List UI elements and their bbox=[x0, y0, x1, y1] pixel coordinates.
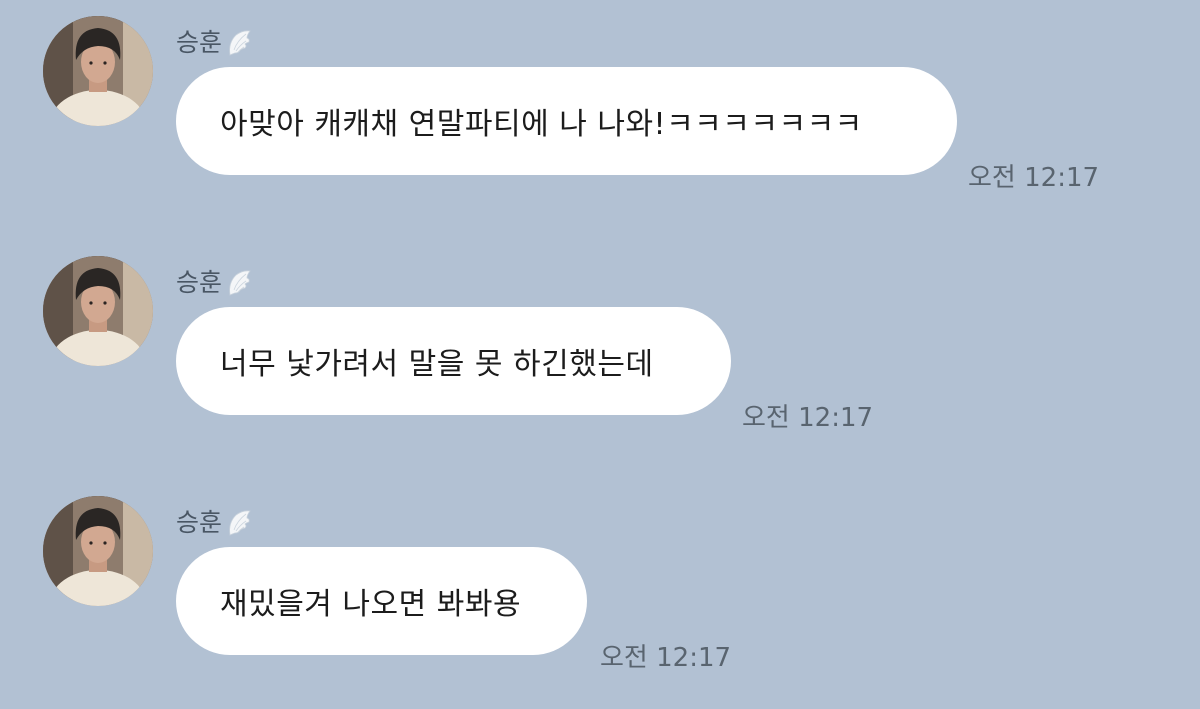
sender-name: 승훈 bbox=[176, 508, 223, 537]
message-time: 오전 12:17 bbox=[968, 163, 1100, 193]
message-bubble[interactable]: 재밌을겨 나오면 봐봐용 bbox=[176, 547, 587, 655]
avatar[interactable] bbox=[43, 256, 153, 366]
message-text: 너무 낯가려서 말을 못 하긴했는데 bbox=[220, 347, 654, 382]
profile-photo-icon bbox=[43, 256, 153, 366]
angel-wing-icon bbox=[229, 270, 251, 296]
angel-wing-icon bbox=[229, 30, 251, 56]
sender-header: 승훈 bbox=[176, 26, 252, 60]
avatar[interactable] bbox=[43, 496, 153, 606]
sender-header: 승훈 bbox=[176, 266, 252, 300]
message-row: 승훈 너무 낯가려서 말을 못 하긴했는데 오전 12:17 bbox=[0, 240, 1200, 440]
profile-photo-icon bbox=[43, 16, 153, 126]
message-time: 오전 12:17 bbox=[600, 643, 732, 673]
message-bubble[interactable]: 너무 낯가려서 말을 못 하긴했는데 bbox=[176, 307, 731, 415]
profile-photo-icon bbox=[43, 496, 153, 606]
message-row: 승훈 재밌을겨 나오면 봐봐용 오전 12:17 bbox=[0, 480, 1200, 680]
sender-name: 승훈 bbox=[176, 268, 223, 297]
chat-room: 승훈 아맞아 캐캐채 연말파티에 나 나와!ㅋㅋㅋㅋㅋㅋㅋ 오전 12:17 승… bbox=[0, 0, 1200, 709]
message-text: 재밌을겨 나오면 봐봐용 bbox=[220, 587, 522, 622]
message-bubble[interactable]: 아맞아 캐캐채 연말파티에 나 나와!ㅋㅋㅋㅋㅋㅋㅋ bbox=[176, 67, 957, 175]
avatar[interactable] bbox=[43, 16, 153, 126]
sender-header: 승훈 bbox=[176, 506, 252, 540]
sender-name: 승훈 bbox=[176, 28, 223, 57]
message-row: 승훈 아맞아 캐캐채 연말파티에 나 나와!ㅋㅋㅋㅋㅋㅋㅋ 오전 12:17 bbox=[0, 0, 1200, 200]
angel-wing-icon bbox=[229, 510, 251, 536]
message-time: 오전 12:17 bbox=[742, 403, 874, 433]
message-text: 아맞아 캐캐채 연말파티에 나 나와!ㅋㅋㅋㅋㅋㅋㅋ bbox=[220, 107, 863, 142]
